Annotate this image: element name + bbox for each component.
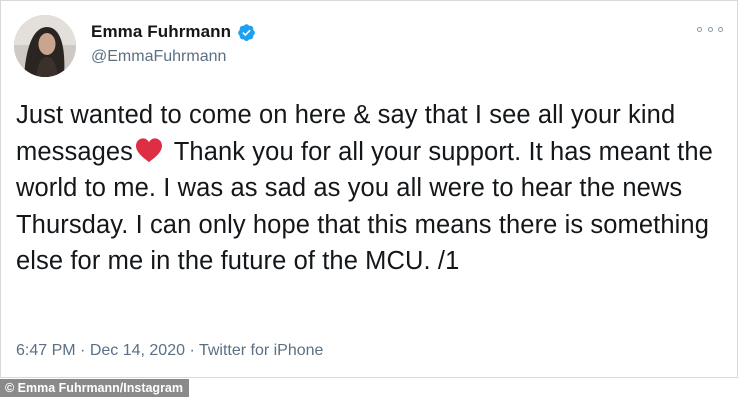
more-options-icon[interactable] [697, 21, 723, 37]
photo-credit-caption: © Emma Fuhrmann/Instagram [0, 379, 189, 397]
screenshot-frame: Emma Fuhrmann @EmmaFuhrmann Just wanted … [0, 0, 740, 397]
meta-separator-1: · [75, 342, 90, 359]
tweet-card[interactable]: Emma Fuhrmann @EmmaFuhrmann Just wanted … [0, 0, 738, 378]
tweet-source[interactable]: Twitter for iPhone [199, 342, 324, 359]
avatar[interactable] [14, 15, 76, 77]
tweet-text: Just wanted to come on here & say that I… [16, 97, 731, 280]
tweet-time[interactable]: 6:47 PM [16, 342, 76, 359]
red-heart-icon [136, 137, 163, 162]
tweet-meta: 6:47 PM · Dec 14, 2020 · Twitter for iPh… [16, 342, 323, 360]
tweet-date[interactable]: Dec 14, 2020 [90, 342, 185, 359]
author-name-row: Emma Fuhrmann [91, 22, 256, 42]
meta-separator-2: · [185, 342, 199, 359]
verified-badge-icon [238, 23, 255, 41]
avatar-photo [14, 15, 76, 77]
author-handle[interactable]: @EmmaFuhrmann [91, 48, 226, 66]
author-display-name[interactable]: Emma Fuhrmann [91, 22, 231, 42]
